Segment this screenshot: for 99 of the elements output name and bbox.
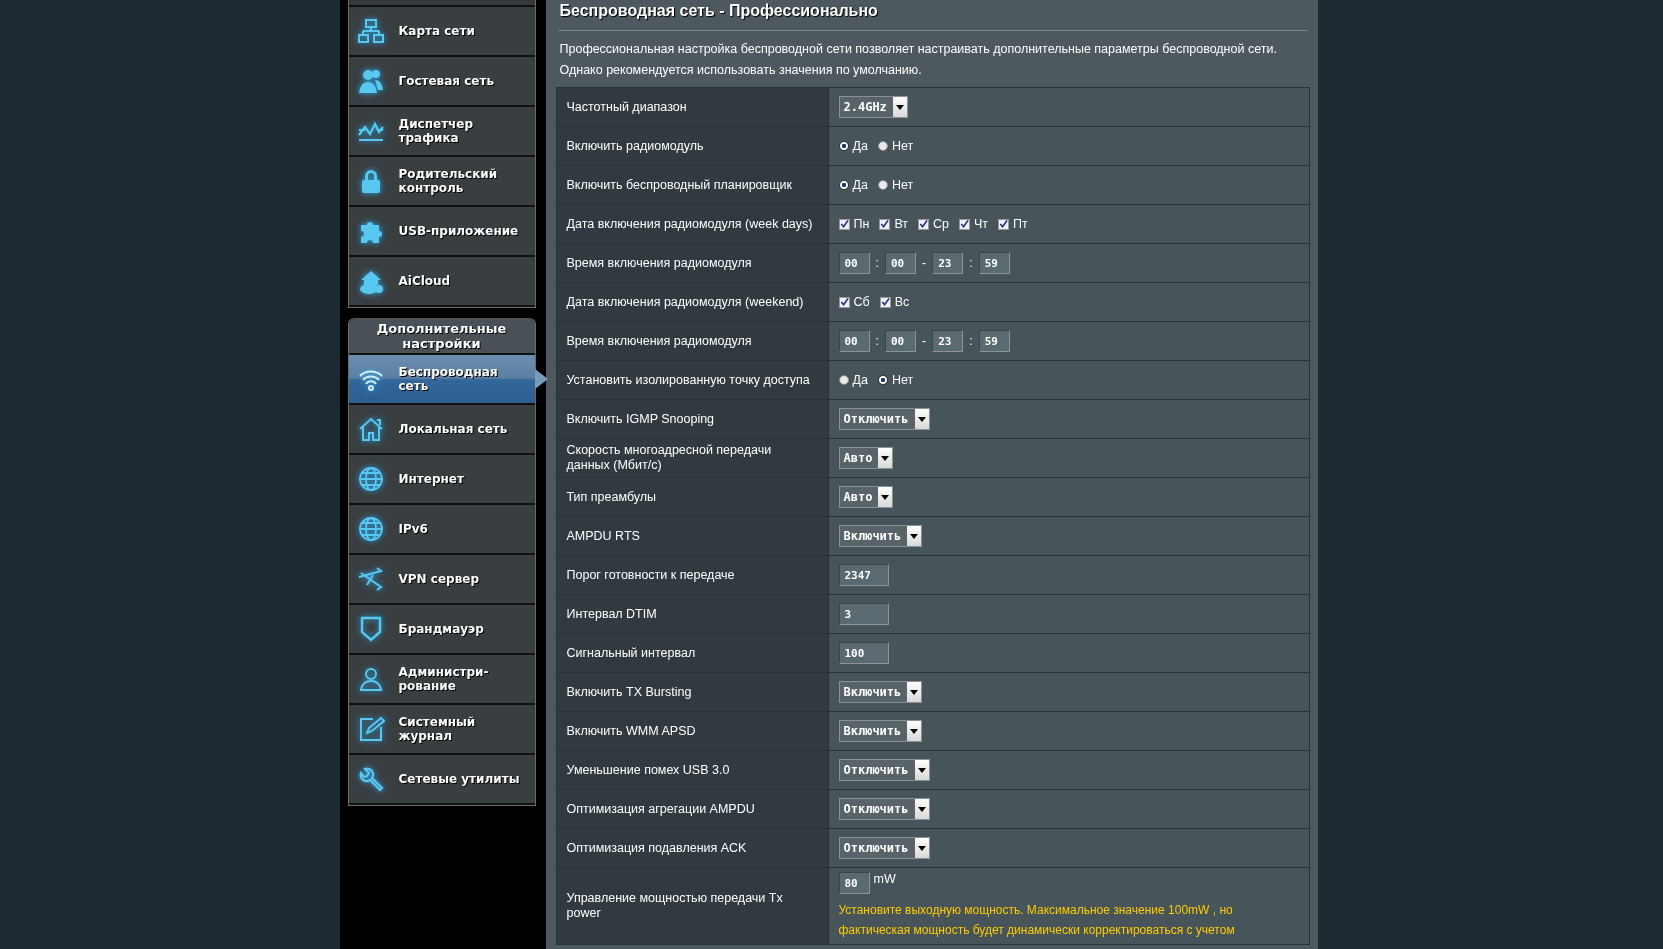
- section-title: Дополнительные настройки: [348, 319, 535, 355]
- checkbox[interactable]: [918, 218, 930, 230]
- network-map-icon: [356, 17, 385, 45]
- sidebar-item[interactable]: Брандмауэр: [348, 605, 535, 655]
- setting-label: Сигнальный интервал: [556, 634, 828, 672]
- sidebar-item[interactable]: VPN сервер: [348, 555, 535, 605]
- sidebar-item[interactable]: Карта сети: [348, 7, 535, 57]
- time-separator: -: [921, 334, 928, 348]
- radio-button[interactable]: [877, 141, 888, 151]
- checkbox-label: Сб: [853, 295, 870, 309]
- time-separator: -: [921, 256, 928, 270]
- setting-label: Оптимизация подавления ACK: [556, 829, 828, 867]
- sidebar-item[interactable]: Диспетчер трафика: [348, 107, 535, 157]
- setting-label: Включить IGMP Snooping: [556, 400, 828, 438]
- input-field[interactable]: 2347: [838, 564, 889, 586]
- sidebar-item[interactable]: USB-приложение: [348, 207, 535, 257]
- setting-label: Уменьшение помех USB 3.0: [556, 751, 828, 789]
- checkbox[interactable]: [879, 218, 891, 230]
- setting-label: Интервал DTIM: [556, 595, 828, 633]
- globe-icon: [356, 515, 385, 543]
- input-field[interactable]: 80: [838, 872, 870, 894]
- setting-label: Время включения радиомодуля: [556, 322, 828, 360]
- time-separator: :: [968, 256, 974, 270]
- dropdown[interactable]: Отключить: [838, 759, 930, 781]
- time-field[interactable]: 23: [932, 330, 964, 352]
- globe-icon: [356, 465, 385, 493]
- checkbox-label: Ср: [933, 217, 950, 231]
- checkbox-label: Пн: [853, 217, 870, 231]
- dropdown[interactable]: Отключить: [838, 798, 930, 820]
- sidebar-item[interactable]: Системный журнал: [348, 705, 535, 755]
- setting-label: Тип преамбулы: [556, 478, 828, 516]
- sidebar-item[interactable]: Гостевая сеть: [348, 57, 535, 107]
- time-separator: :: [968, 334, 974, 348]
- radio-label: Да: [852, 178, 868, 192]
- checkbox[interactable]: [879, 296, 891, 308]
- dropdown[interactable]: Отключить: [838, 408, 930, 430]
- dropdown[interactable]: Авто: [838, 447, 894, 469]
- sidebar-item[interactable]: Локальная сеть: [348, 405, 535, 455]
- sidebar-item[interactable]: AiCloud: [348, 257, 535, 307]
- checkbox-label: Вс: [894, 295, 910, 309]
- radio-button[interactable]: [838, 180, 849, 190]
- radio-button[interactable]: [838, 141, 849, 151]
- page-title: Беспроводная сеть - Профессионально: [558, 1, 879, 20]
- radio-button[interactable]: [877, 180, 888, 190]
- people-icon: [356, 67, 385, 95]
- time-field[interactable]: 00: [885, 252, 916, 274]
- checkbox[interactable]: [838, 296, 850, 308]
- checkbox[interactable]: [838, 218, 850, 230]
- setting-label: Включить TX Bursting: [556, 673, 828, 711]
- input-field[interactable]: 100: [838, 642, 889, 664]
- setting-label: Управление мощностью передачи Tx power: [556, 868, 828, 944]
- radio-label: Да: [852, 373, 868, 387]
- setting-label: Частотный диапазон: [556, 88, 828, 126]
- setting-label: Порог готовности к передаче: [556, 556, 828, 594]
- radio-label: Нет: [891, 139, 914, 153]
- checkbox-label: Пт: [1013, 217, 1028, 231]
- input-field[interactable]: 3: [838, 603, 889, 625]
- time-field[interactable]: 59: [978, 330, 1010, 352]
- setting-label: Включить беспроводный планировщик: [556, 166, 828, 204]
- setting-label: Скорость многоадресной передачи данных (Мбит/с): [556, 439, 828, 477]
- radio-label: Да: [852, 139, 868, 153]
- time-field[interactable]: 23: [932, 252, 964, 274]
- dropdown[interactable]: Авто: [838, 486, 894, 508]
- sidebar-item[interactable]: IPv6: [348, 505, 535, 555]
- checkbox-label: Чт: [974, 217, 989, 231]
- setting-label: Оптимизация агрегации AMPDU: [556, 790, 828, 828]
- sidebar-item[interactable]: Сетевые утилиты: [348, 755, 535, 805]
- time-field[interactable]: 00: [838, 252, 870, 274]
- dropdown[interactable]: Включить: [838, 525, 923, 547]
- setting-label: Дата включения радиомодуля (week days): [556, 205, 828, 243]
- radio-label: Нет: [891, 373, 914, 387]
- wrench-icon: [356, 765, 385, 793]
- checkbox[interactable]: [998, 218, 1010, 230]
- hint-text: Установите выходную мощность. Максимальное значение 100mW , но фактическая мощность будет динамически корректироваться с учетом: [838, 902, 1236, 939]
- sidebar-item[interactable]: Родительский контроль: [348, 157, 535, 207]
- setting-label: Дата включения радиомодуля (weekend): [556, 283, 828, 321]
- sidebar-item[interactable]: Администри-рование: [348, 655, 535, 705]
- radio-label: Нет: [891, 178, 914, 192]
- setting-label: Включить радиомодуль: [556, 127, 828, 165]
- radio-button[interactable]: [877, 375, 888, 385]
- checkbox[interactable]: [959, 218, 971, 230]
- time-separator: :: [874, 256, 880, 270]
- setting-label: Время включения радиомодуля: [556, 244, 828, 282]
- time-separator: :: [874, 334, 880, 348]
- unit-label: mW: [873, 872, 896, 886]
- sidebar-item[interactable]: Интернет: [348, 455, 535, 505]
- dropdown[interactable]: 2.4GHz: [838, 96, 908, 118]
- dropdown[interactable]: Отключить: [838, 837, 930, 859]
- radio-button[interactable]: [838, 375, 849, 385]
- checkbox-label: Вт: [894, 217, 909, 231]
- dropdown[interactable]: Включить: [838, 720, 923, 742]
- time-field[interactable]: 59: [978, 252, 1010, 274]
- time-field[interactable]: 00: [885, 330, 916, 352]
- page-description: Профессиональная настройка беспроводной сети позволяет настраивать дополнительные параметры беспроводной сети. Однако рекомендуется использовать значения по умолчанию.: [559, 41, 1278, 79]
- setting-label: Установить изолированную точку доступа: [556, 361, 828, 399]
- setting-label: Включить WMM APSD: [556, 712, 828, 750]
- setting-label: AMPDU RTS: [556, 517, 828, 555]
- dropdown[interactable]: Включить: [838, 681, 923, 703]
- time-field[interactable]: 00: [838, 330, 870, 352]
